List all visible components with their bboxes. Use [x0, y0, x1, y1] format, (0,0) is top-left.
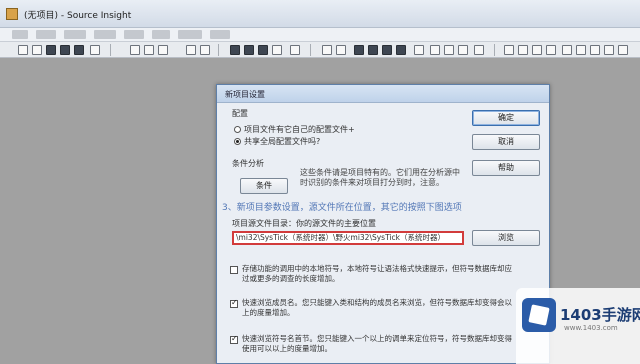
radio-shared-config-label: 共享全局配置文件吗? — [244, 137, 321, 146]
instruction-caption: 3、新项目参数设置，源文件所在位置，其它的按照下图选项 — [222, 203, 462, 213]
option-symbol-prefix-label: 快速浏览符号名首节。您只能键入一个以上的调单来定位符号，符号数据库却变得使用可以… — [242, 334, 512, 353]
toolbar-separator — [110, 44, 111, 56]
watermark-logo: 1403手游网 www.1403.com — [516, 288, 640, 364]
menu-file[interactable] — [12, 30, 28, 39]
search-files-icon[interactable] — [290, 45, 300, 55]
option-local-symbols-label: 存储功能的调用中的本地符号，本地符号让语法格式快速提示，但符号数据库却应过或更多… — [242, 264, 512, 283]
symbol-window-icon[interactable] — [458, 45, 468, 55]
radio-shared-config[interactable] — [234, 138, 241, 145]
context-icon[interactable] — [414, 45, 424, 55]
help-icon[interactable] — [618, 45, 628, 55]
cascade-icon[interactable] — [518, 45, 528, 55]
toolbar-separator — [218, 44, 219, 56]
bookmark-icon[interactable] — [322, 45, 332, 55]
replace-icon[interactable] — [272, 45, 282, 55]
open-file-icon[interactable] — [32, 45, 42, 55]
dialog-title: 新项目设置 — [225, 90, 265, 99]
menu-view[interactable] — [152, 30, 170, 39]
ok-button[interactable]: 确定 — [472, 110, 540, 126]
option-local-symbols-checkbox[interactable] — [230, 266, 238, 274]
sync-icon[interactable] — [562, 45, 572, 55]
radio-project-config[interactable] — [234, 126, 241, 133]
save-all-icon[interactable] — [60, 45, 70, 55]
toolbar-separator — [494, 44, 495, 56]
dialog-title-bar: 新项目设置 — [217, 85, 549, 103]
relation-window-icon[interactable] — [590, 45, 600, 55]
option-member-names-checkbox[interactable] — [230, 298, 238, 308]
menu-options[interactable] — [124, 30, 144, 39]
jump-icon[interactable] — [336, 45, 346, 55]
window-title: (无项目) - Source Insight — [24, 11, 132, 21]
watermark-url: www.1403.com — [564, 324, 618, 332]
conditions-group-label: 条件分析 — [232, 159, 264, 168]
print-icon[interactable] — [90, 45, 100, 55]
close-file-icon[interactable] — [74, 45, 84, 55]
find-prev-icon[interactable] — [258, 45, 268, 55]
cut-icon[interactable] — [130, 45, 140, 55]
paste-icon[interactable] — [158, 45, 168, 55]
option-member-names-label: 快速浏览成员名。您只能键入类和结构的成员名来浏览，但符号数据库却变得会以上的度量… — [242, 298, 512, 317]
option-symbol-prefix-checkbox[interactable] — [230, 334, 238, 344]
watermark-brand: 1403手游网 — [560, 306, 640, 324]
help-button[interactable]: 帮助 — [472, 160, 540, 176]
menu-help[interactable] — [210, 30, 230, 39]
app-icon — [6, 8, 18, 20]
source-path-input[interactable]: \mi32\SysTick（系统时器）\野火mi32\SysTick（系统时器） — [232, 231, 464, 245]
cancel-button[interactable]: 取消 — [472, 134, 540, 150]
browse-button[interactable]: 浏览 — [472, 230, 540, 246]
menu-search[interactable] — [64, 30, 86, 39]
back-arrow-icon[interactable] — [354, 45, 364, 55]
toolbar-separator — [310, 44, 311, 56]
find-next-icon[interactable] — [244, 45, 254, 55]
tile-icon[interactable] — [504, 45, 514, 55]
go-down-icon[interactable] — [396, 45, 406, 55]
title-bar: (无项目) - Source Insight — [0, 0, 640, 28]
relation-icon[interactable] — [430, 45, 440, 55]
conditions-hint: 这些条件请是项目特有的。它们用在分析源中时识别的条件来对项目打分到时，注意。 — [300, 168, 460, 187]
menu-edit[interactable] — [36, 30, 56, 39]
clip-window-icon[interactable] — [604, 45, 614, 55]
layout-icon[interactable] — [474, 45, 484, 55]
source-path-label: 项目源文件目录：你的源文件的主要位置 — [232, 219, 376, 228]
copy-icon[interactable] — [144, 45, 154, 55]
menu-bar — [0, 28, 640, 42]
save-icon[interactable] — [46, 45, 56, 55]
undo-icon[interactable] — [186, 45, 196, 55]
forward-arrow-icon[interactable] — [368, 45, 378, 55]
browse-symbol-icon[interactable] — [444, 45, 454, 55]
split-window-icon[interactable] — [532, 45, 542, 55]
menu-project[interactable] — [94, 30, 116, 39]
find-icon[interactable] — [230, 45, 240, 55]
new-file-icon[interactable] — [18, 45, 28, 55]
cube-logo-icon — [522, 298, 556, 332]
go-up-icon[interactable] — [382, 45, 392, 55]
redo-icon[interactable] — [200, 45, 210, 55]
menu-window[interactable] — [178, 30, 202, 39]
toolbar — [0, 42, 640, 58]
project-window-icon[interactable] — [576, 45, 586, 55]
conditions-button[interactable]: 条件 — [240, 178, 288, 194]
config-group-label: 配置 — [232, 109, 248, 118]
zoom-window-icon[interactable] — [546, 45, 556, 55]
radio-project-config-label: 项目文件有它自己的配置文件+ — [244, 125, 355, 134]
